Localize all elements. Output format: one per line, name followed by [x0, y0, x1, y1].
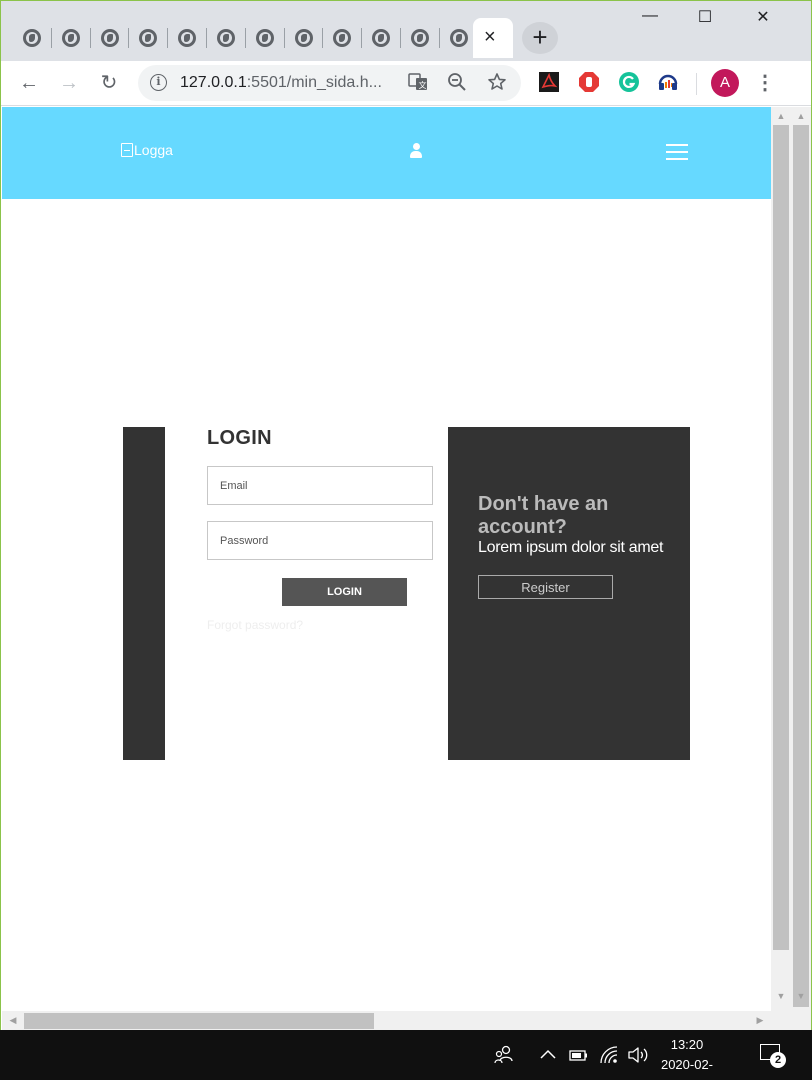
browser-window: × + — ☐ ✕ ← → ↻ i 127.0.0.1:5501/min_sid… — [0, 0, 812, 1031]
forgot-password-link[interactable]: Forgot password? — [207, 618, 303, 632]
browser-tab[interactable] — [91, 18, 128, 58]
register-text: Lorem ipsum dolor sit amet — [478, 539, 664, 556]
login-title: LOGIN — [207, 427, 272, 449]
scroll-down-arrow-icon[interactable]: ▼ — [773, 991, 789, 1001]
menu-kebab-icon[interactable]: ⋮ — [754, 71, 776, 95]
show-hidden-icons-chevron-icon[interactable] — [538, 1044, 558, 1066]
globe-icon — [62, 29, 80, 47]
email-input[interactable] — [207, 466, 433, 505]
window-vertical-scrollbar[interactable]: ▲ ▼ — [791, 107, 811, 1011]
browser-tab[interactable] — [362, 18, 399, 58]
url-host: 127.0.0.1 — [180, 74, 247, 91]
browser-tab[interactable] — [440, 18, 477, 58]
outer-scroll-up-arrow-icon[interactable]: ▲ — [793, 111, 809, 121]
zoom-out-icon[interactable] — [446, 72, 468, 94]
wifi-icon[interactable] — [598, 1044, 620, 1066]
globe-icon — [256, 29, 274, 47]
system-clock[interactable]: 13:20 2020-02-19 — [655, 1035, 719, 1080]
user-icon[interactable] — [410, 143, 422, 159]
volume-icon[interactable] — [626, 1044, 650, 1066]
windows-taskbar: 13:20 2020-02-19 2 — [0, 1030, 812, 1080]
password-input[interactable] — [207, 521, 433, 560]
globe-icon — [178, 29, 196, 47]
new-tab-button[interactable]: + — [522, 22, 558, 54]
broken-image-icon — [121, 143, 133, 157]
address-bar[interactable]: i 127.0.0.1:5501/min_sida.h... 文 — [138, 65, 521, 101]
logo-alt-text: Logga — [134, 142, 173, 158]
globe-icon — [372, 29, 390, 47]
bookmark-star-icon[interactable] — [486, 72, 508, 94]
globe-icon — [23, 29, 41, 47]
site-logo[interactable]: Logga — [121, 142, 173, 158]
globe-icon — [295, 29, 313, 47]
close-tab-icon[interactable]: × — [484, 26, 496, 48]
browser-tab[interactable] — [401, 18, 438, 58]
scrollbar-corner — [771, 1011, 811, 1031]
globe-icon — [101, 29, 119, 47]
globe-icon — [217, 29, 235, 47]
register-heading: Don't have an account? — [478, 493, 609, 538]
page-viewport: Logga LOGIN LOGIN Forgot password? Don't… — [2, 107, 771, 1011]
forward-icon[interactable]: → — [56, 70, 82, 96]
hamburger-menu-icon[interactable] — [666, 144, 688, 162]
left-accent-bar — [123, 427, 165, 760]
page-vertical-scrollbar[interactable]: ▲ ▼ — [771, 107, 791, 1011]
back-icon[interactable]: ← — [16, 70, 42, 96]
browser-tab[interactable] — [129, 18, 166, 58]
browser-tab[interactable] — [52, 18, 89, 58]
info-icon[interactable]: i — [150, 74, 167, 91]
scroll-up-arrow-icon[interactable]: ▲ — [773, 111, 789, 121]
outer-scroll-thumb[interactable] — [793, 125, 809, 1007]
site-header: Logga — [2, 107, 771, 199]
horizontal-scrollbar[interactable]: ◀ ▶ — [2, 1011, 771, 1031]
close-window-button[interactable]: ✕ — [748, 7, 778, 27]
grammarly-extension-icon[interactable] — [618, 71, 640, 93]
browser-toolbar: ← → ↻ i 127.0.0.1:5501/min_sida.h... 文 A… — [1, 61, 811, 106]
outer-scroll-down-arrow-icon[interactable]: ▼ — [793, 991, 809, 1001]
page-scroll-thumb[interactable] — [773, 125, 789, 950]
browser-tab[interactable] — [323, 18, 360, 58]
register-button[interactable]: Register — [478, 575, 613, 599]
people-icon[interactable] — [493, 1044, 515, 1066]
browser-tab[interactable] — [168, 18, 205, 58]
reload-icon[interactable]: ↻ — [96, 70, 122, 96]
toolbar-separator — [696, 73, 697, 95]
clock-date: 2020-02-19 — [660, 1057, 714, 1080]
notification-count-badge: 2 — [770, 1052, 786, 1068]
pdf-extension-icon[interactable] — [538, 71, 560, 93]
active-tab[interactable]: × — [473, 18, 513, 58]
browser-tab[interactable] — [246, 18, 283, 58]
minimize-button[interactable]: — — [635, 7, 665, 25]
globe-icon — [411, 29, 429, 47]
clock-time: 13:20 — [670, 1037, 704, 1052]
horizontal-scroll-thumb[interactable] — [24, 1013, 374, 1029]
tab-strip: × + — ☐ ✕ — [1, 1, 811, 61]
url-text[interactable]: 127.0.0.1:5501/min_sida.h... — [180, 74, 382, 92]
register-panel: Don't have an account? Lorem ipsum dolor… — [448, 427, 690, 760]
adblock-extension-icon[interactable] — [578, 71, 600, 93]
url-path: :5501/min_sida.h... — [246, 74, 382, 91]
login-button[interactable]: LOGIN — [282, 578, 407, 606]
browser-tab[interactable] — [207, 18, 244, 58]
browser-tab[interactable] — [13, 18, 50, 58]
maximize-button[interactable]: ☐ — [690, 7, 720, 27]
globe-icon — [333, 29, 351, 47]
translate-icon[interactable]: 文 — [407, 72, 429, 94]
battery-icon[interactable] — [568, 1044, 590, 1066]
globe-icon — [450, 29, 468, 47]
scroll-right-arrow-icon[interactable]: ▶ — [752, 1015, 768, 1026]
audio-extension-icon[interactable] — [657, 71, 679, 93]
browser-tab[interactable] — [285, 18, 322, 58]
profile-avatar[interactable]: A — [711, 69, 739, 97]
svg-text:文: 文 — [419, 80, 427, 90]
scroll-left-arrow-icon[interactable]: ◀ — [5, 1015, 21, 1026]
notification-center-icon[interactable]: 2 — [760, 1044, 786, 1068]
globe-icon — [139, 29, 157, 47]
